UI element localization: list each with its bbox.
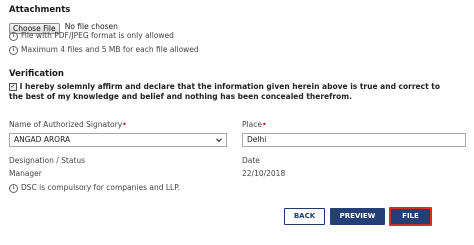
- declaration-checkbox[interactable]: ✓: [9, 83, 17, 91]
- designation-label: Designation / Status: [9, 156, 86, 165]
- dsc-note: i DSC is compulsory for companies and LLP…: [9, 183, 180, 193]
- signatory-label-text: Name of Authorized Signatory: [9, 120, 123, 129]
- signatory-label: Name of Authorized Signatory•: [9, 120, 127, 129]
- dsc-note-text: DSC is compulsory for companies and LLP.: [21, 183, 180, 192]
- place-input-value: Delhi: [247, 135, 267, 144]
- declaration-block: ✓ I hereby solemnly affirm and declare t…: [9, 82, 449, 102]
- designation-value: Manager: [9, 169, 42, 178]
- declaration-row: ✓ I hereby solemnly affirm and declare t…: [9, 82, 449, 102]
- back-button[interactable]: BACK: [284, 208, 325, 225]
- place-label: Place•: [242, 120, 267, 129]
- attachments-heading: Attachments: [9, 5, 71, 15]
- info-format-text: File with PDF/JPEG format is only allowe…: [21, 31, 174, 40]
- info-limit-text: Maximum 4 files and 5 MB for each file a…: [21, 45, 199, 54]
- info-icon: i: [9, 45, 18, 55]
- file-status-text: No file chosen: [64, 22, 118, 31]
- info-format: i File with PDF/JPEG format is only allow…: [9, 31, 174, 41]
- required-marker: •: [261, 120, 267, 129]
- signatory-select[interactable]: ANGAD ARORA: [9, 133, 227, 147]
- preview-button[interactable]: PREVIEW: [330, 208, 385, 225]
- verification-heading: Verification: [9, 69, 64, 79]
- date-value: 22/10/2018: [242, 169, 286, 178]
- chevron-down-icon: [216, 138, 222, 143]
- place-input[interactable]: Delhi: [242, 133, 466, 147]
- info-icon: i: [9, 31, 18, 41]
- declaration-text: I hereby solemnly affirm and declare tha…: [9, 82, 441, 101]
- info-icon: i: [9, 183, 18, 193]
- info-limit: i Maximum 4 files and 5 MB for each file …: [9, 45, 199, 55]
- file-button[interactable]: FILE: [389, 207, 432, 226]
- signatory-selected-value: ANGAD ARORA: [14, 135, 71, 144]
- place-label-text: Place: [242, 120, 262, 129]
- required-marker: •: [122, 120, 127, 129]
- date-label: Date: [242, 156, 260, 165]
